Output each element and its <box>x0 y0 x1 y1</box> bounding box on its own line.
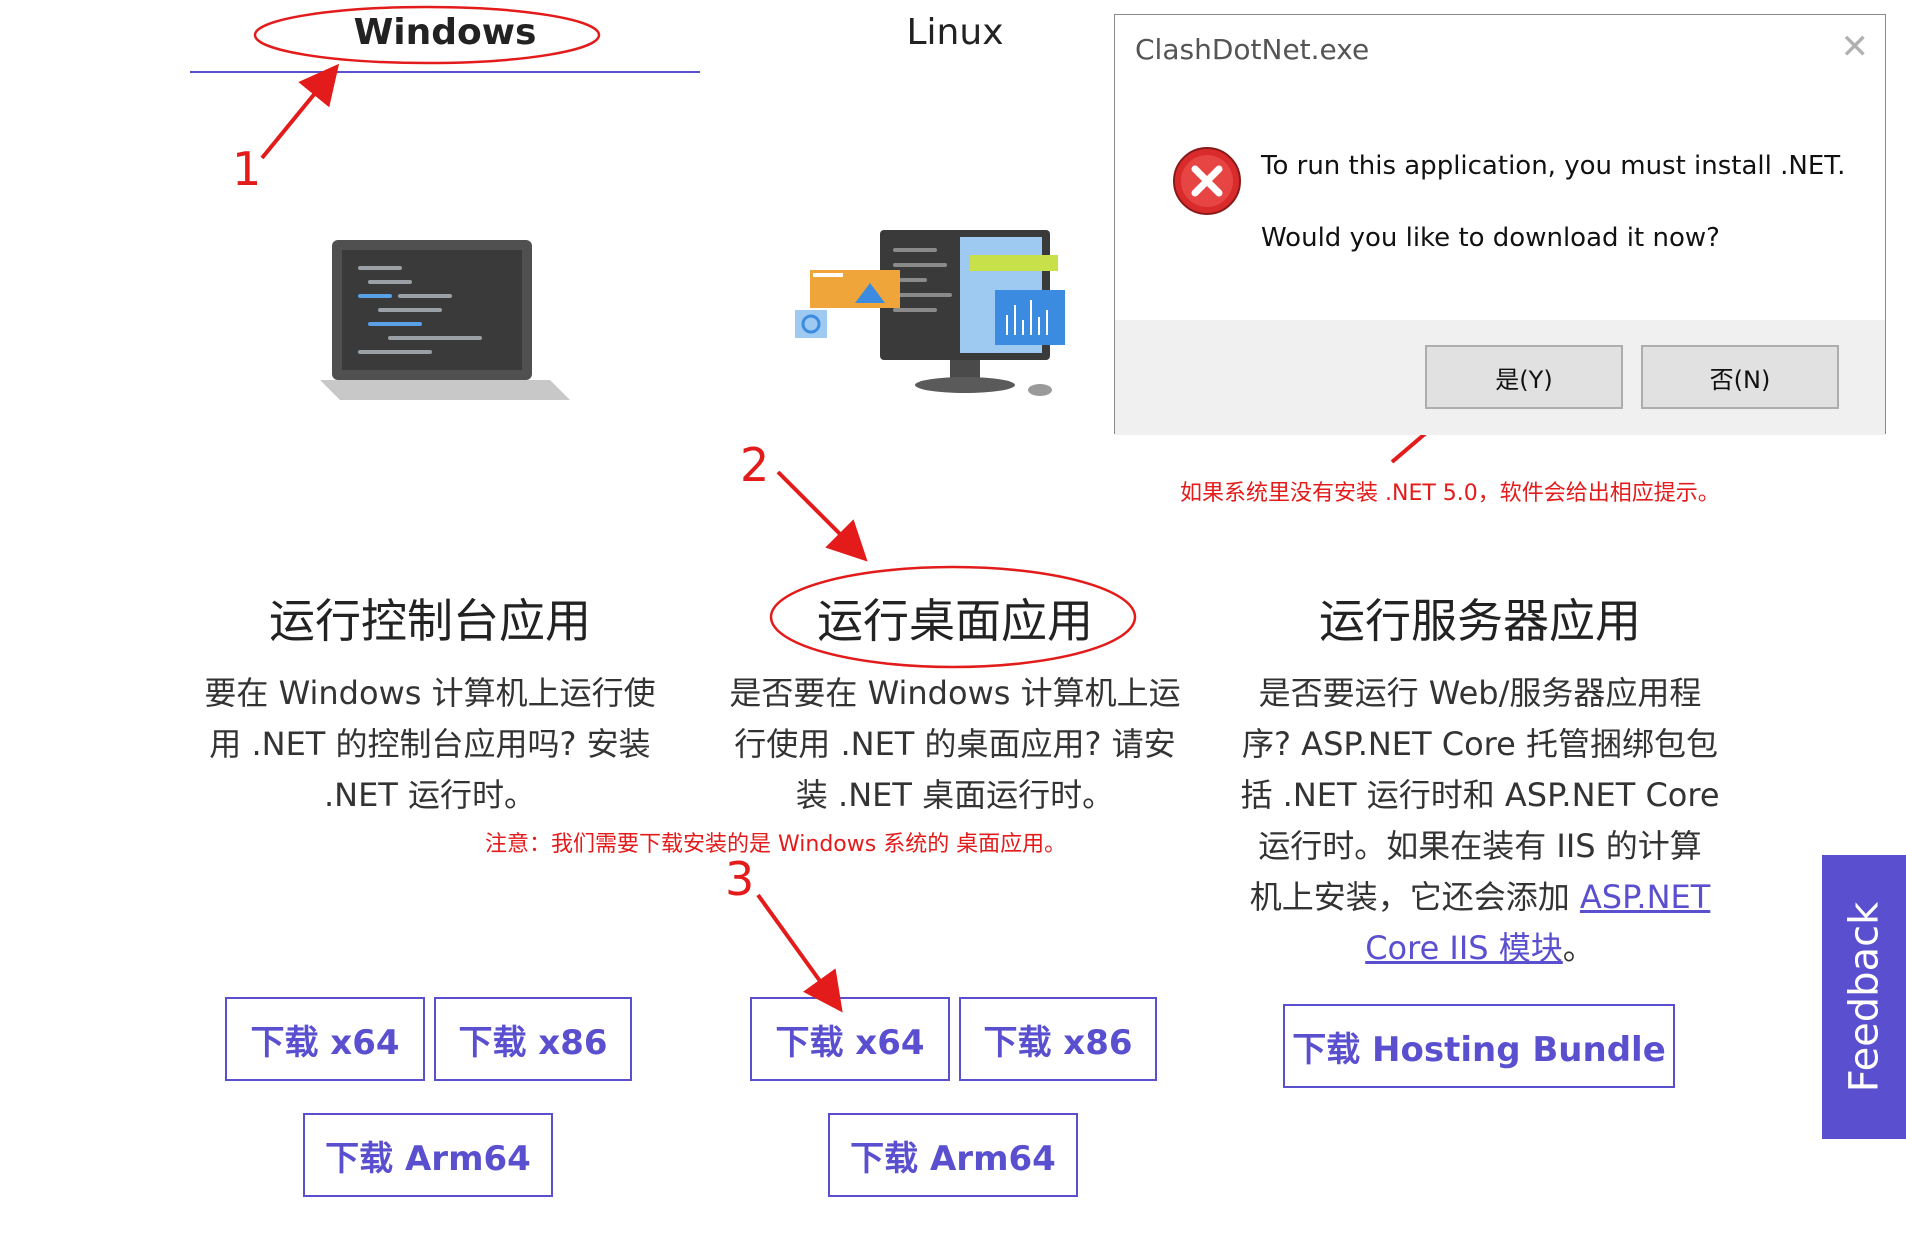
desktop-download-arm64-button[interactable]: 下载 Arm64 <box>828 1113 1078 1197</box>
error-icon <box>1173 147 1241 215</box>
description-line: Core IIS 模块。 <box>1230 923 1730 974</box>
arrow-to-desktop-title <box>776 470 868 562</box>
step-3-label: 3 <box>725 852 755 906</box>
install-dotnet-dialog: ClashDotNet.exe ✕ To run this applicatio… <box>1114 14 1886 435</box>
description-line: 是否要运行 Web/服务器应用程 <box>1258 674 1702 712</box>
desktop-download-x64-button[interactable]: 下载 x64 <box>750 997 950 1081</box>
feedback-button[interactable]: Feedback <box>1822 855 1906 1139</box>
active-tab-underline <box>190 71 700 73</box>
description-line: 装 .NET 桌面运行时。 <box>795 776 1115 814</box>
dialog-note-annotation: 如果系统里没有安装 .NET 5.0，软件会给出相应提示。 <box>1180 481 1720 506</box>
description-text: 机上安装，它还会添加 <box>1249 878 1580 916</box>
description-line: 运行时。如果在装有 IIS 的计算 <box>1258 827 1702 865</box>
description-line: 是否要在 Windows 计算机上运 <box>729 674 1181 712</box>
description-line: 序? ASP.NET Core 托管捆绑包包 <box>1242 725 1718 763</box>
console-app-description: 要在 Windows 计算机上运行使 用 .NET 的控制台应用吗? 安装 .N… <box>190 668 670 821</box>
desktop-app-description: 是否要在 Windows 计算机上运 行使用 .NET 的桌面应用? 请安 装 … <box>715 668 1195 821</box>
desktop-monitor-illustration <box>795 230 1065 396</box>
laptop-illustration <box>320 240 570 400</box>
description-line: 行使用 .NET 的桌面应用? 请安 <box>734 725 1176 763</box>
console-download-x64-button[interactable]: 下载 x64 <box>225 997 425 1081</box>
desktop-note-annotation: 注意：我们需要下载安装的是 Windows 系统的 桌面应用。 <box>485 832 1067 857</box>
server-app-title: 运行服务器应用 <box>1319 594 1641 648</box>
dialog-message-line-1: To run this application, you must instal… <box>1261 151 1846 181</box>
no-button[interactable]: 否(N) <box>1641 345 1839 409</box>
console-download-x86-button[interactable]: 下载 x86 <box>434 997 632 1081</box>
hosting-bundle-download-button[interactable]: 下载 Hosting Bundle <box>1283 1004 1675 1088</box>
dialog-message-line-2: Would you like to download it now? <box>1261 223 1720 253</box>
description-line: .NET 运行时。 <box>323 776 537 814</box>
core-iis-module-link[interactable]: Core IIS 模块 <box>1365 929 1563 967</box>
description-line: 要在 Windows 计算机上运行使 <box>204 674 656 712</box>
aspnet-iis-link[interactable]: ASP.NET <box>1580 878 1710 916</box>
close-icon[interactable]: ✕ <box>1841 27 1870 67</box>
feedback-label: Feedback <box>1841 901 1887 1093</box>
tab-windows[interactable]: Windows <box>190 8 700 66</box>
description-text: 。 <box>1562 929 1595 967</box>
step-1-label: 1 <box>232 142 262 196</box>
console-download-arm64-button[interactable]: 下载 Arm64 <box>303 1113 553 1197</box>
description-line: 机上安装，它还会添加 ASP.NET <box>1230 872 1730 923</box>
desktop-app-title: 运行桌面应用 <box>817 594 1093 648</box>
console-app-title: 运行控制台应用 <box>269 594 591 648</box>
server-app-description: 是否要运行 Web/服务器应用程 序? ASP.NET Core 托管捆绑包包 … <box>1230 668 1730 974</box>
description-line: 用 .NET 的控制台应用吗? 安装 <box>209 725 651 763</box>
tab-linux[interactable]: Linux <box>860 8 1050 66</box>
description-line: 括 .NET 运行时和 ASP.NET Core <box>1240 776 1720 814</box>
desktop-download-x86-button[interactable]: 下载 x86 <box>959 997 1157 1081</box>
dialog-title: ClashDotNet.exe <box>1135 33 1370 66</box>
yes-button[interactable]: 是(Y) <box>1425 345 1623 409</box>
arrow-to-windows-tab <box>260 63 340 160</box>
step-2-label: 2 <box>740 438 770 492</box>
arrow-to-x64-button <box>756 893 843 1013</box>
